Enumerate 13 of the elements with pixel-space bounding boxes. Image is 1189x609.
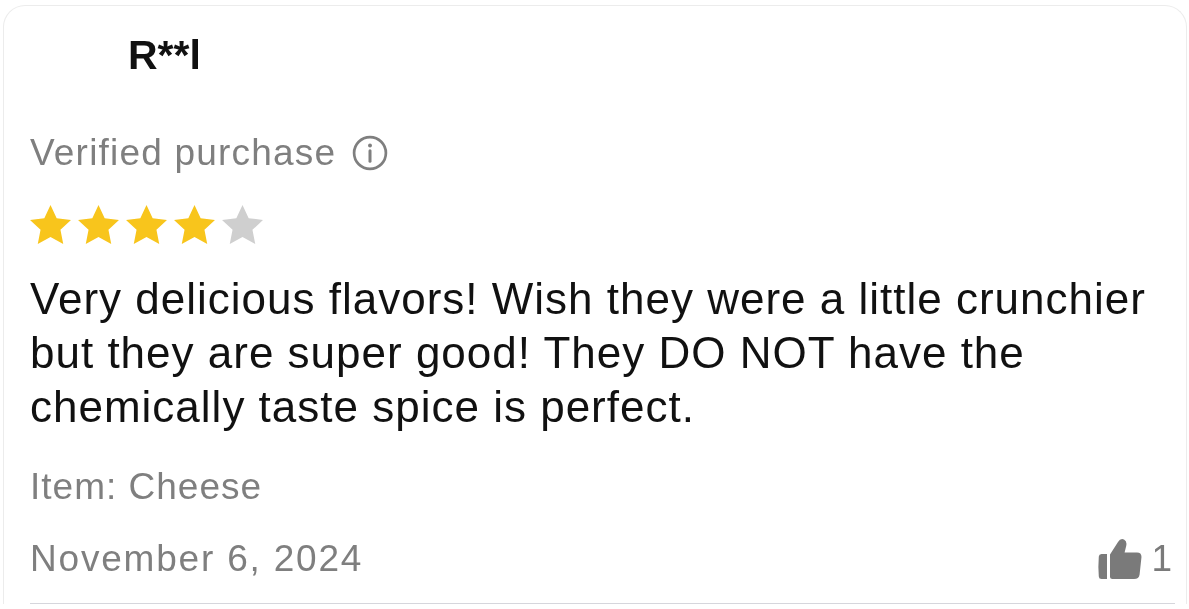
star-icon: [222, 205, 263, 244]
verified-purchase-label: Verified purchase: [30, 131, 337, 175]
star-icon: [174, 205, 215, 244]
item-variant: Item: Cheese: [30, 465, 263, 509]
star-icon: [30, 205, 71, 244]
star-icon: [126, 205, 167, 244]
review-text: Very delicious flavors! Wish they were a little crunchier but they are super good! They DO NOT have the chemically taste spice is perfect.: [30, 273, 1147, 433]
reviewer-name: R**l: [128, 31, 201, 79]
review-date: November 6, 2024: [30, 537, 364, 581]
helpful-button[interactable]: 1: [1098, 537, 1172, 581]
info-icon[interactable]: [352, 135, 389, 171]
star-icon: [78, 205, 119, 244]
thumbs-up-icon: [1098, 538, 1143, 580]
